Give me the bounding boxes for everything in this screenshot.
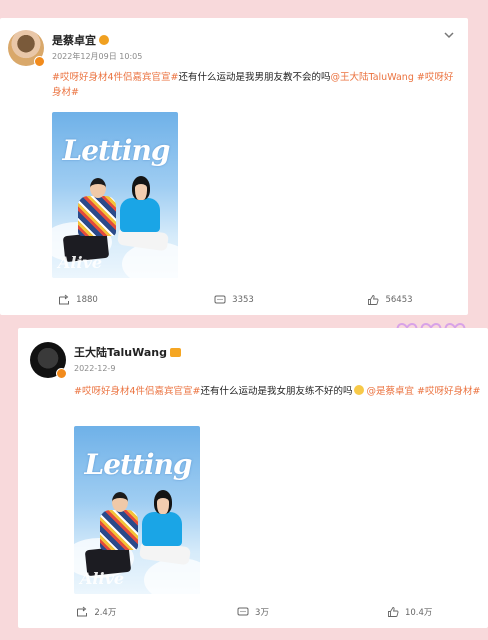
hashtag-link[interactable]: #哎呀好身材4件侣嘉宾官宣# <box>74 386 200 397</box>
post-text: 还有什么运动是我男朋友教不会的吗 <box>178 72 331 83</box>
like-icon <box>388 607 399 617</box>
action-bar: 1880 3353 56453 <box>0 294 468 306</box>
repost-button[interactable]: 2.4万 <box>18 606 175 618</box>
weibo-post-card: 王大陆TaluWang 2022-12-9 #哎呀好身材4件侣嘉宾官宣#还有什么… <box>18 328 488 628</box>
repost-count: 1880 <box>76 295 98 305</box>
post-image[interactable]: Letting Alive <box>74 426 200 594</box>
vip-crown-icon <box>169 347 181 357</box>
username[interactable]: 是蔡卓宜 <box>52 32 109 48</box>
repost-button[interactable]: 1880 <box>0 294 156 306</box>
verified-badge-icon <box>56 368 67 379</box>
like-button[interactable]: 10.4万 <box>331 606 488 618</box>
post-content: #哎呀好身材4件侣嘉宾官宣#还有什么运动是我女朋友练不好的吗 @是蔡卓宜 #哎呀好… <box>74 384 484 399</box>
poster-title: Letting <box>84 448 193 481</box>
verified-badge-icon <box>34 56 45 67</box>
hashtag-link[interactable]: #哎呀好身材# <box>417 386 480 397</box>
emoji-icon <box>354 385 365 395</box>
weibo-post-card: 是蔡卓宜 2022年12月09日 10:05 #哎呀好身材4件侣嘉宾官宣#还有什… <box>0 18 468 315</box>
poster-title: Letting <box>62 134 171 167</box>
post-content: #哎呀好身材4件侣嘉宾官宣#还有什么运动是我男朋友教不会的吗@王大陆TaluWa… <box>52 70 462 100</box>
username-text[interactable]: 是蔡卓宜 <box>52 32 96 48</box>
comment-count: 3万 <box>255 608 269 618</box>
like-count: 56453 <box>385 295 413 305</box>
comment-button[interactable]: 3万 <box>175 606 332 618</box>
username[interactable]: 王大陆TaluWang <box>74 344 181 360</box>
hashtag-link[interactable]: #哎呀好身材4件侣嘉宾官宣# <box>52 72 178 83</box>
mention-link[interactable]: @是蔡卓宜 <box>366 386 414 397</box>
poster-subtitle: Alive <box>58 253 103 272</box>
poster-subtitle: Alive <box>80 569 125 588</box>
like-button[interactable]: 56453 <box>312 294 468 306</box>
comment-icon <box>237 607 249 616</box>
repost-icon <box>77 606 88 617</box>
username-text[interactable]: 王大陆TaluWang <box>74 344 167 360</box>
vip-crown-icon <box>99 35 109 45</box>
post-image[interactable]: Letting Alive <box>52 112 178 278</box>
post-time: 2022-12-9 <box>74 364 116 373</box>
post-time: 2022年12月09日 10:05 <box>52 52 143 61</box>
like-count: 10.4万 <box>404 608 433 618</box>
mention-link[interactable]: @王大陆TaluWang <box>330 72 413 83</box>
comment-icon <box>214 295 226 304</box>
like-icon <box>368 295 379 305</box>
chevron-down-icon[interactable] <box>442 28 456 42</box>
comment-button[interactable]: 3353 <box>156 294 312 306</box>
comment-count: 3353 <box>232 295 254 305</box>
repost-count: 2.4万 <box>94 608 117 618</box>
repost-icon <box>59 294 70 305</box>
action-bar: 2.4万 3万 10.4万 <box>18 606 488 618</box>
post-text: 还有什么运动是我女朋友练不好的吗 <box>200 386 353 397</box>
